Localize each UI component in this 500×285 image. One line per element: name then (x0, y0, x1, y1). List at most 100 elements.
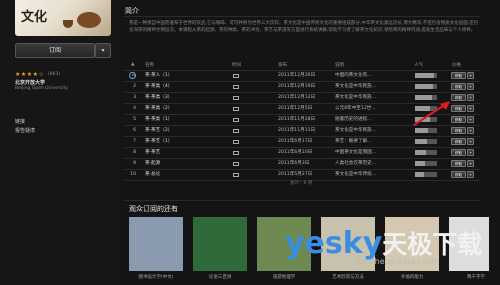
get-dropdown-button[interactable]: ▾ (467, 105, 474, 112)
row-title[interactable]: 茶·茶类（4） (145, 82, 215, 92)
get-button[interactable]: 获取 (451, 94, 466, 101)
publisher-name[interactable]: 北京开放大学 (15, 79, 45, 86)
watermark-brand: yesky (285, 226, 383, 261)
report-concern-link[interactable]: 报告疑虑 (15, 127, 35, 134)
get-button[interactable]: 获取 (451, 127, 466, 134)
row-number: 4 (133, 106, 136, 111)
divider (125, 16, 480, 17)
also-subscribed-label[interactable]: 论语三百讲 (190, 274, 250, 280)
subscribe-dropdown-button[interactable]: ▾ (95, 43, 111, 58)
col-header-time[interactable]: 时间 (232, 62, 241, 69)
row-date: 2011年12月19日 (278, 84, 316, 89)
video-icon (233, 85, 239, 89)
watermark-sub: jiaocheng.baidu.com (356, 257, 440, 266)
row-number: 5 (133, 117, 136, 122)
get-button[interactable]: 获取 (451, 171, 466, 178)
get-dropdown-button[interactable]: ▾ (467, 83, 474, 90)
row-title[interactable]: 茶·茶艺（1） (145, 137, 215, 147)
video-icon (233, 140, 239, 144)
subscribe-button[interactable]: 订阅 (15, 43, 95, 58)
row-number: 7 (133, 139, 136, 144)
watermark: yesky天极下载 (285, 225, 482, 261)
get-button[interactable]: 获取 (451, 149, 466, 156)
get-dropdown-button[interactable]: ▾ (467, 171, 474, 178)
teapot-icon (77, 12, 101, 28)
row-description: 公元8年中至12世... (335, 106, 376, 111)
col-header-desc[interactable]: 说明 (335, 62, 344, 69)
col-header-popularity[interactable]: 人气 (414, 62, 423, 69)
row-title[interactable]: 茶·茶艺（2） (145, 126, 215, 136)
row-title[interactable]: 茶·总论 (145, 170, 215, 180)
get-dropdown-button[interactable]: ▾ (467, 127, 474, 134)
row-description: 中国茶文化是我国... (335, 150, 377, 155)
get-dropdown-button[interactable]: ▾ (467, 160, 474, 167)
cover-calligraphy: 文化 (21, 10, 48, 25)
popularity-bar (415, 128, 437, 133)
popularity-bar (415, 150, 437, 155)
row-description: 随着历史的进程... (335, 117, 372, 122)
row-number: 9 (133, 161, 136, 166)
row-title[interactable]: 茶·茶类（2） (145, 104, 215, 114)
video-icon (233, 107, 239, 111)
row-title[interactable]: 茶·起源 (145, 159, 215, 169)
also-subscribed-label[interactable]: 两千字学 (446, 274, 500, 280)
also-subscribed-title: 观众订阅的还有 (129, 205, 178, 213)
get-button[interactable]: 获取 (451, 116, 466, 123)
col-header-release[interactable]: 发布 (278, 62, 287, 69)
also-subscribed-thumbnail[interactable] (193, 217, 247, 271)
table-footer: 总计：9 项 (290, 181, 313, 186)
row-description: 中国的茶文化有... (335, 73, 372, 78)
also-subscribed-label[interactable]: 旅游地理学 (254, 274, 314, 280)
video-icon (233, 118, 239, 122)
row-date: 2011年12月5日 (278, 106, 313, 111)
row-number: 1 (133, 73, 136, 78)
row-number: 8 (133, 150, 136, 155)
get-dropdown-button[interactable]: ▾ (467, 149, 474, 156)
get-dropdown-button[interactable]: ▾ (467, 94, 474, 101)
row-number: 6 (133, 128, 136, 133)
table-row[interactable]: 9 茶·起源 2011年6月3日 人类社会饮茶历史... 获取 ▾ (125, 159, 480, 169)
get-button[interactable]: 获取 (451, 72, 466, 79)
popularity-bar (415, 161, 437, 166)
row-description: 茶艺：概要了解... (335, 139, 372, 144)
get-button[interactable]: 获取 (451, 138, 466, 145)
table-row[interactable]: 7 茶·茶艺（1） 2011年6月17日 茶艺：概要了解... 获取 ▾ (125, 137, 480, 147)
row-date: 2011年6月10日 (278, 150, 313, 155)
row-title[interactable]: 茶·茶艺 (145, 148, 215, 158)
video-icon (233, 162, 239, 166)
video-icon (233, 129, 239, 133)
video-icon (233, 74, 239, 78)
intro-title: 简介 (125, 7, 139, 15)
table-row[interactable]: 10 茶·总论 2011年5月27日 茶文化是中华传统... 获取 ▾ (125, 170, 480, 180)
also-subscribed-thumbnail[interactable] (129, 217, 183, 271)
get-dropdown-button[interactable]: ▾ (467, 138, 474, 145)
get-dropdown-button[interactable]: ▾ (467, 116, 474, 123)
also-subscribed-label[interactable]: 图书设计学(中文) (126, 274, 186, 280)
also-subscribed-label[interactable]: 幸福的能力 (382, 274, 442, 280)
also-subscribed-label[interactable]: 艺术欣赏与方法 (318, 274, 378, 280)
row-description: 人类社会饮茶历史... (335, 161, 377, 166)
table-row[interactable]: 2 茶·茶类（4） 2011年12月19日 茶文化是中华民族... 获取 ▾ (125, 82, 480, 92)
table-row[interactable]: 1 茶·茶人（1） 2011年12月26日 中国的茶文化有... 获取 ▾ (125, 71, 480, 81)
col-header-name[interactable]: 名称 (145, 62, 154, 69)
row-title[interactable]: 茶·茶类（1） (145, 115, 215, 125)
red-arrow-annotation (413, 101, 450, 126)
get-button[interactable]: 获取 (451, 105, 466, 112)
get-button[interactable]: 获取 (451, 83, 466, 90)
row-title[interactable]: 茶·茶人（1） (145, 71, 215, 81)
video-icon (233, 173, 239, 177)
row-description: 茶文化是中华民族... (335, 84, 377, 89)
rating-count: (863) (48, 72, 61, 77)
links-link[interactable]: 链接 (15, 118, 25, 125)
row-description: 茶文化是中华传统... (335, 172, 377, 177)
row-number: 3 (133, 95, 136, 100)
row-title[interactable]: 茶·茶类（3） (145, 93, 215, 103)
row-date: 2011年6月3日 (278, 161, 310, 166)
get-dropdown-button[interactable]: ▾ (467, 72, 474, 79)
intro-description: 茶是一种源自中国而遍布于世界的饮品,它与咖啡、可可并称为世界三大饮料。茶文化是中… (129, 21, 479, 33)
col-header-number: ▲ (131, 62, 135, 67)
row-description: 茶文化是中华民族... (335, 95, 377, 100)
col-header-price[interactable]: 价格 (452, 62, 461, 69)
table-row[interactable]: 8 茶·茶艺 2011年6月10日 中国茶文化是我国... 获取 ▾ (125, 148, 480, 158)
get-button[interactable]: 获取 (451, 160, 466, 167)
